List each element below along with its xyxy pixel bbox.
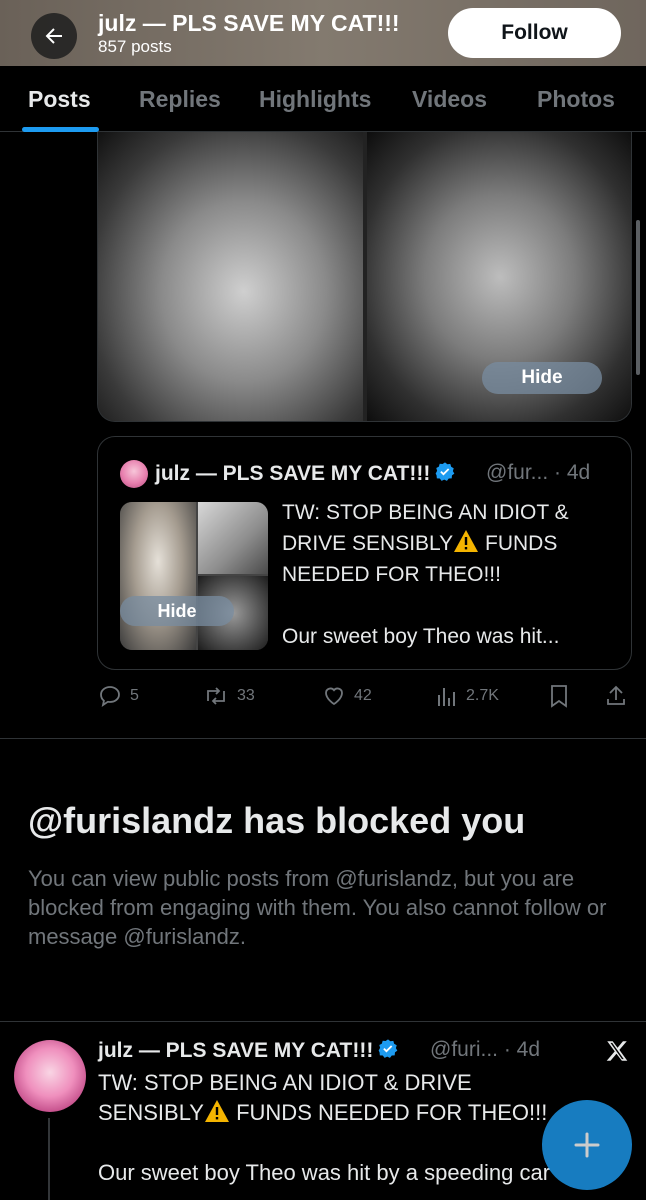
bookmark-button[interactable] [548,684,570,708]
heart-icon [325,687,343,706]
repost-count: 33 [237,687,255,704]
view-count: 2.7K [466,687,499,704]
post-text: TW: STOP BEING AN IDIOT & DRIVE SENSIBLY… [98,1068,618,1188]
tab-videos[interactable]: Videos [412,86,487,113]
quoted-media-thumbnail[interactable]: Hide [120,502,268,650]
verified-badge-icon [378,1039,398,1058]
active-tab-indicator [22,127,99,132]
share-button[interactable] [604,684,628,708]
blocked-description: You can view public posts from @furislan… [28,866,607,949]
hide-quoted-media-button[interactable]: Hide [120,596,234,626]
quoted-author-name: julz — PLS SAVE MY CAT!!! [155,461,456,486]
thumb-photo-2 [198,502,268,574]
thread-line [48,1118,50,1200]
quoted-handle-time: @fur... · 4d [486,461,591,484]
quoted-text-line: NEEDED FOR THEO!!! [282,563,501,586]
post-text-line: Our sweet boy Theo was hit by a speeding… [98,1160,551,1185]
quoted-post-text: TW: STOP BEING AN IDIOT & DRIVE SENSIBLY… [282,497,612,652]
quoted-text-line: Our sweet boy Theo was hit... [282,625,560,648]
reply-count: 5 [130,687,139,704]
arrow-left-icon [45,28,62,44]
views-button[interactable]: 2.7K [436,684,499,708]
like-button[interactable]: 42 [322,684,372,708]
warning-icon [454,530,479,552]
verified-badge-icon [435,462,455,481]
warning-icon [204,1100,229,1122]
post-text-line: TW: STOP BEING AN IDIOT & DRIVE [98,1070,472,1095]
reply-icon [100,686,120,707]
blocked-title: @furislandz has blocked you [28,800,526,841]
follow-button[interactable]: Follow [448,8,621,58]
profile-name: julz — PLS SAVE MY CAT!!! [98,10,400,36]
profile-header: julz — PLS SAVE MY CAT!!! 857 posts Foll… [0,0,646,66]
post-author-name-text: julz — PLS SAVE MY CAT!!! [98,1039,374,1062]
profile-tabs: Posts Replies Highlights Videos Photos [0,66,646,132]
x-logo-icon[interactable] [604,1038,630,1064]
plus-icon [574,1132,600,1158]
post-count: 857 posts [98,37,172,56]
quoted-post[interactable]: julz — PLS SAVE MY CAT!!! @fur... · 4d H… [97,436,632,670]
avatar[interactable] [14,1040,86,1112]
share-icon [607,685,625,705]
repost-button[interactable]: 33 [203,684,255,708]
tab-posts[interactable]: Posts [28,86,91,113]
post-text-line: SENSIBLY FUNDS NEEDED FOR THEO!!! [98,1100,548,1125]
quoted-avatar [120,460,148,488]
divider [0,738,646,739]
tab-highlights[interactable]: Highlights [259,86,371,113]
quoted-text-line: DRIVE SENSIBLY FUNDS [282,528,612,559]
back-button[interactable] [31,13,77,59]
post-handle-time: @furi... · 4d [430,1038,541,1061]
quoted-author-name-text: julz — PLS SAVE MY CAT!!! [155,462,431,485]
quoted-text-line: TW: STOP BEING AN IDIOT & [282,501,569,524]
tab-photos[interactable]: Photos [537,86,615,113]
post-author-name[interactable]: julz — PLS SAVE MY CAT!!! [98,1038,399,1063]
tab-replies[interactable]: Replies [139,86,221,113]
views-chart-icon [438,688,455,706]
post-action-bar: 5 33 42 2.7K [0,680,646,716]
bookmark-icon [551,685,567,708]
repost-icon [207,687,225,705]
cat-photo-left[interactable] [98,132,363,421]
reply-button[interactable]: 5 [98,684,139,708]
like-count: 42 [354,687,372,704]
scrollbar[interactable] [636,220,640,375]
hide-media-button[interactable]: Hide [482,362,602,394]
divider [0,1021,646,1022]
thumb-photo-1 [120,502,196,650]
post-media[interactable]: Hide [97,132,632,422]
compose-button[interactable] [542,1100,632,1190]
